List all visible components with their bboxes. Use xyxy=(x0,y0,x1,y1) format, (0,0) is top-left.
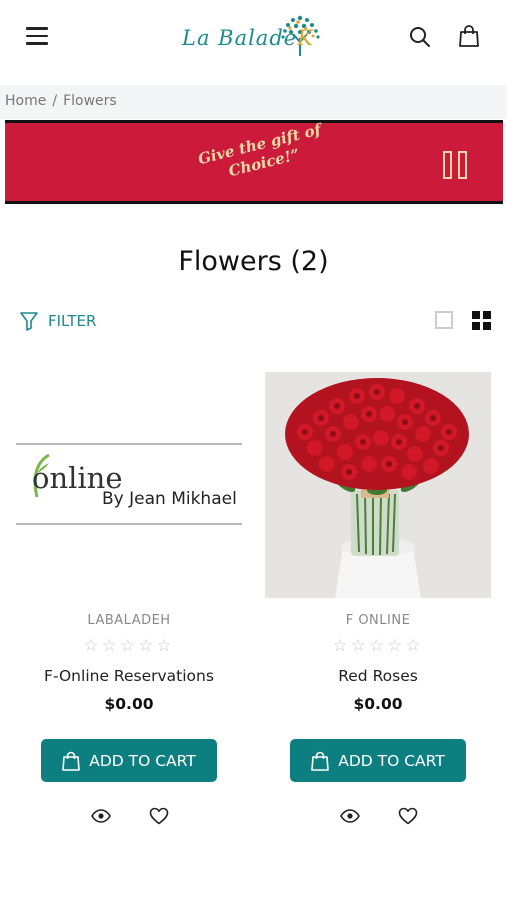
banner-text: Give the gift of Choice!” xyxy=(196,120,327,187)
breadcrumb-home-link[interactable]: Home xyxy=(5,93,46,109)
rating-stars: ☆☆☆☆☆ xyxy=(83,636,175,656)
product-price: $0.00 xyxy=(104,695,154,713)
product-name[interactable]: F-Online Reservations xyxy=(16,667,242,685)
product-card[interactable]: F ONLINE ☆☆☆☆☆ Red Roses $0.00 ADD TO CA… xyxy=(265,372,491,842)
search-icon[interactable] xyxy=(408,25,432,49)
grid-view-icon[interactable] xyxy=(472,311,492,331)
site-logo[interactable]: La BaladeK xyxy=(180,12,326,62)
page-title: Flowers (2) xyxy=(178,246,329,277)
online-logo-image: online By Jean Mikhael xyxy=(16,443,242,525)
add-to-cart-button[interactable]: ADD TO CART xyxy=(290,739,466,782)
add-to-cart-label: ADD TO CART xyxy=(338,751,445,770)
logo-letter: K xyxy=(297,26,314,50)
pause-icon[interactable] xyxy=(443,151,471,181)
product-brand[interactable]: F ONLINE xyxy=(265,613,491,628)
product-card[interactable]: online By Jean Mikhael LABALADEH ☆☆☆☆☆ F… xyxy=(16,372,242,842)
image-text-byline: By Jean Mikhael xyxy=(102,489,237,509)
filter-icon xyxy=(20,312,38,331)
red-roses-photo xyxy=(265,372,491,598)
filter-button[interactable]: FILTER xyxy=(20,311,96,331)
rating-stars: ☆☆☆☆☆ xyxy=(332,636,424,656)
shopping-bag-icon[interactable] xyxy=(458,24,480,48)
product-image[interactable] xyxy=(265,372,491,598)
product-price: $0.00 xyxy=(353,695,403,713)
logo-text: La Balade xyxy=(182,26,298,50)
quick-view-eye-icon[interactable] xyxy=(340,808,360,824)
filter-label: FILTER xyxy=(48,312,97,330)
shopping-bag-icon xyxy=(62,751,81,771)
add-to-cart-button[interactable]: ADD TO CART xyxy=(41,739,217,782)
breadcrumb-separator: / xyxy=(52,93,58,109)
breadcrumb: Home / Flowers xyxy=(0,85,507,119)
product-brand[interactable]: LABALADEH xyxy=(16,613,242,628)
wishlist-heart-icon[interactable] xyxy=(149,807,169,825)
single-column-view-icon[interactable] xyxy=(435,311,453,329)
product-image[interactable]: online By Jean Mikhael xyxy=(16,372,242,598)
add-to-cart-label: ADD TO CART xyxy=(89,751,196,770)
breadcrumb-current: Flowers xyxy=(63,93,117,109)
quick-view-eye-icon[interactable] xyxy=(91,808,111,824)
product-name[interactable]: Red Roses xyxy=(265,667,491,685)
wishlist-heart-icon[interactable] xyxy=(398,807,418,825)
shopping-bag-icon xyxy=(311,751,330,771)
promo-banner[interactable]: Give the gift of Choice!” xyxy=(5,120,503,204)
hamburger-menu-icon[interactable] xyxy=(26,27,48,47)
